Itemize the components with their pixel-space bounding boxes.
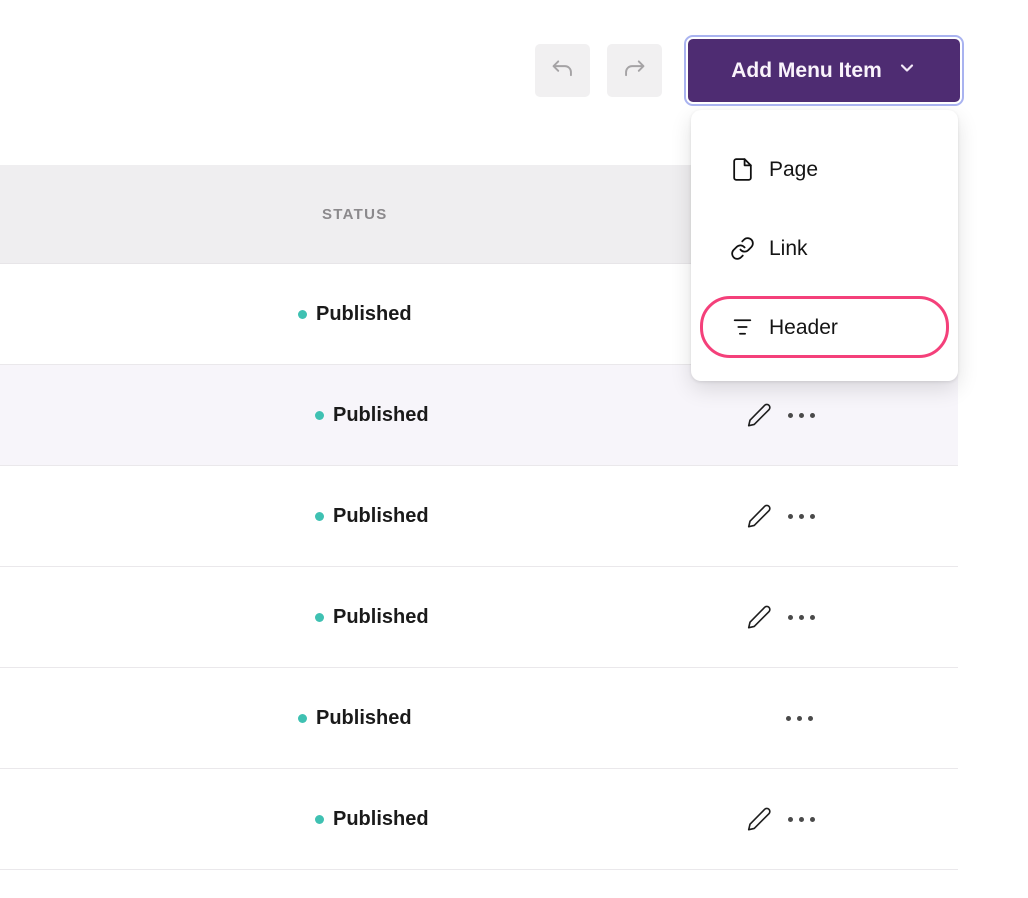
- status-badge: Published: [315, 769, 429, 869]
- page-icon: [730, 157, 755, 182]
- edit-button[interactable]: [746, 402, 772, 428]
- menu-item-link[interactable]: Link: [691, 209, 958, 288]
- table-row[interactable]: Published: [0, 668, 958, 769]
- table-row[interactable]: Published: [0, 466, 958, 567]
- status-dot-icon: [298, 714, 307, 723]
- status-dot-icon: [315, 411, 324, 420]
- undo-button[interactable]: [535, 44, 590, 97]
- more-options-button[interactable]: [786, 716, 813, 721]
- status-label: Published: [333, 404, 429, 427]
- ellipsis-icon: [788, 514, 815, 519]
- menu-item-label: Link: [769, 237, 808, 261]
- add-menu-item-label: Add Menu Item: [731, 59, 882, 83]
- more-options-button[interactable]: [788, 514, 815, 519]
- ellipsis-icon: [788, 413, 815, 418]
- status-dot-icon: [298, 310, 307, 319]
- menu-item-header[interactable]: Header: [691, 288, 958, 367]
- ellipsis-icon: [788, 817, 815, 822]
- status-badge: Published: [298, 668, 412, 768]
- row-actions: [786, 668, 813, 768]
- redo-arrow-icon: [621, 56, 648, 86]
- table-row[interactable]: Published: [0, 567, 958, 668]
- status-dot-icon: [315, 815, 324, 824]
- more-options-button[interactable]: [788, 615, 815, 620]
- ellipsis-icon: [786, 716, 813, 721]
- row-actions: [746, 769, 815, 869]
- menu-item-label: Header: [769, 316, 838, 340]
- undo-arrow-icon: [549, 56, 576, 86]
- status-label: Published: [316, 303, 412, 326]
- edit-button[interactable]: [746, 806, 772, 832]
- status-dot-icon: [315, 613, 324, 622]
- header-icon: [730, 315, 755, 340]
- link-icon: [730, 236, 755, 261]
- menu-item-page[interactable]: Page: [691, 130, 958, 209]
- edit-button[interactable]: [746, 503, 772, 529]
- column-header-status: STATUS: [322, 206, 388, 223]
- more-options-button[interactable]: [788, 413, 815, 418]
- status-label: Published: [333, 808, 429, 831]
- status-badge: Published: [315, 466, 429, 566]
- add-menu-item-button[interactable]: Add Menu Item: [688, 39, 960, 102]
- row-actions: [746, 567, 815, 667]
- status-label: Published: [333, 606, 429, 629]
- status-badge: Published: [298, 264, 412, 364]
- status-label: Published: [316, 707, 412, 730]
- redo-button[interactable]: [607, 44, 662, 97]
- more-options-button[interactable]: [788, 817, 815, 822]
- add-menu-item-dropdown: Page Link Header: [691, 110, 958, 381]
- row-actions: [746, 466, 815, 566]
- status-badge: Published: [315, 365, 429, 465]
- status-label: Published: [333, 505, 429, 528]
- menu-item-label: Page: [769, 158, 818, 182]
- status-badge: Published: [315, 567, 429, 667]
- status-dot-icon: [315, 512, 324, 521]
- chevron-down-icon: [897, 58, 917, 84]
- ellipsis-icon: [788, 615, 815, 620]
- table-row[interactable]: Published: [0, 769, 958, 870]
- edit-button[interactable]: [746, 604, 772, 630]
